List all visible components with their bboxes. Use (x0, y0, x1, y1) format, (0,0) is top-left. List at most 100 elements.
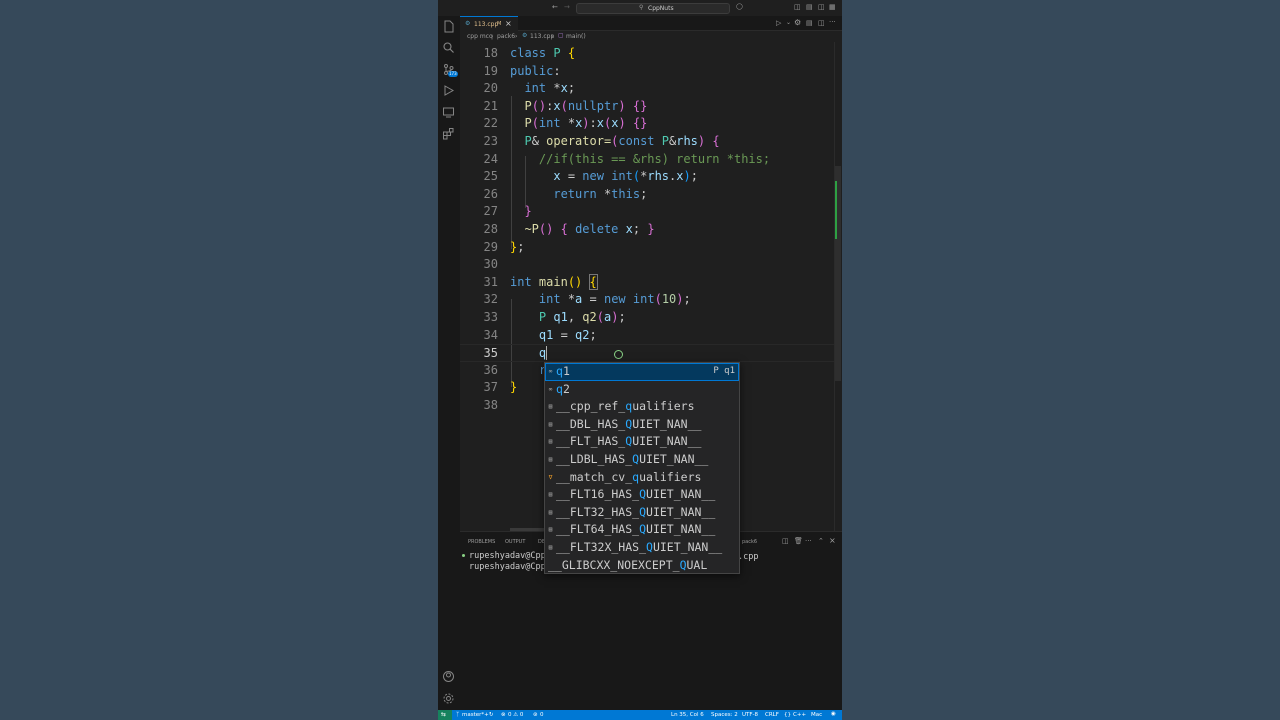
close-tab-icon[interactable]: × (505, 19, 512, 28)
toggle-sidebar-icon[interactable]: ◫ (794, 3, 801, 11)
run-icon[interactable]: ▷ (776, 19, 781, 27)
status-cursor-position[interactable]: Ln 35, Col 6 (671, 712, 704, 718)
status-encoding[interactable]: UTF-8 (742, 712, 758, 718)
suggestion-item[interactable]: ▤ __FLT32X_HAS_QUIET_NAN__ (545, 539, 739, 557)
suggestion-item[interactable]: ▤ __FLT_HAS_QUIET_NAN__ (545, 433, 739, 451)
status-platform[interactable]: Mac (811, 712, 822, 718)
constant-icon: ▤ (548, 456, 553, 463)
code-line[interactable]: 23 P& operator=(const P&rhs) { (460, 133, 842, 151)
sync-icon[interactable]: ↻ (489, 712, 494, 718)
breadcrumb-separator: › (551, 33, 554, 40)
close-panel-icon[interactable]: × (829, 536, 836, 545)
extensions-icon[interactable] (442, 127, 455, 140)
status-indentation[interactable]: Spaces: 2 (711, 712, 738, 718)
account-icon[interactable] (442, 670, 455, 683)
line-number: 24 (483, 151, 498, 166)
suggestion-label: __LDBL_HAS_QUIET_NAN__ (556, 452, 709, 466)
status-language[interactable]: C++ (793, 712, 806, 718)
line-number: 25 (483, 169, 498, 184)
code-line[interactable]: 29}; (460, 239, 842, 257)
command-center-search[interactable]: ⚲ CppNuts (576, 3, 730, 14)
bell-icon[interactable]: ◉ (831, 711, 836, 717)
more-actions-icon[interactable]: ··· (805, 537, 812, 545)
more-actions-icon[interactable]: ··· (829, 18, 836, 26)
manage-gear-icon[interactable] (442, 692, 455, 705)
code-text: q1 = q2; (538, 327, 597, 342)
settings-gear-icon[interactable]: ⚙ (794, 18, 801, 27)
code-text: x = new int(*rhs.x); (553, 169, 698, 184)
code-line[interactable]: 34 q1 = q2; (460, 327, 842, 345)
forward-arrow-icon[interactable]: → (564, 3, 570, 11)
code-line[interactable]: 27 } (460, 203, 842, 221)
code-line[interactable]: 18 class P { (460, 45, 842, 63)
suggestion-item[interactable]: ∇ __match_cv_qualifiers (545, 469, 739, 487)
split-terminal-icon[interactable]: ◫ (782, 537, 789, 545)
tab-modified-badge: M (497, 21, 502, 27)
breadcrumb-symbol[interactable]: main() (566, 33, 586, 40)
search-icon[interactable] (442, 41, 455, 54)
code-line[interactable]: 25 x = new int(*rhs.x); (460, 168, 842, 186)
status-branch[interactable]: master*+ (462, 712, 489, 718)
tab-113-cpp[interactable]: ⚙ 113.cpp M × (460, 16, 518, 31)
code-line[interactable]: 20 int *x; (460, 80, 842, 98)
title-bar: ← → ⚲ CppNuts ◯ ◫ ▤ ◫ ▦ (438, 0, 842, 17)
tab-filename: 113.cpp (474, 21, 499, 28)
suggestion-item[interactable]: ▤ __cpp_ref_qualifiers (545, 398, 739, 416)
code-line[interactable]: 32 int *a = new int(10); (460, 291, 842, 309)
copilot-icon[interactable]: ◯ (736, 3, 743, 10)
code-line[interactable]: 22 P(int *x):x(x) {} (460, 115, 842, 133)
explorer-icon[interactable] (442, 20, 455, 33)
suggestion-item[interactable]: ▤ __FLT64_HAS_QUIET_NAN__ (545, 521, 739, 539)
code-line[interactable]: 19 public: (460, 63, 842, 81)
toggle-panel-icon[interactable]: ▤ (806, 3, 813, 11)
command-center-label: CppNuts (648, 5, 674, 12)
split-editor-icon[interactable]: ◫ (818, 19, 825, 27)
code-line[interactable]: 24 //if(this == &rhs) return *this; (460, 151, 842, 169)
code-line[interactable]: 31 int main() { (460, 273, 842, 292)
terminal-line: rupeshyadav@Cpp (469, 551, 546, 561)
suggestion-item-q2[interactable]: ∞ q2 (545, 381, 739, 399)
status-problems[interactable]: 0 ⚠ 0 (508, 712, 523, 718)
code-line[interactable]: 26 return *this; (460, 186, 842, 204)
tab-problems[interactable]: PROBLEMS (468, 539, 495, 545)
customize-layout-icon[interactable]: ▦ (829, 3, 836, 11)
constant-icon: ▤ (548, 420, 553, 428)
suggestion-item[interactable]: ▤ __LDBL_HAS_QUIET_NAN__ (545, 451, 739, 469)
suggest-widget[interactable]: ∞ q1 P q1 ∞ q2 ▤ __cpp_ref_qualifiers ▤ __DBL… (544, 362, 740, 574)
code-line[interactable]: 30 (460, 256, 842, 274)
code-text: //if(this == &rhs) return *this; (538, 151, 771, 166)
breadcrumb-folder-pack6[interactable]: pack6 (497, 33, 515, 40)
suggestion-item[interactable]: ▤ __FLT32_HAS_QUIET_NAN__ (545, 504, 739, 522)
line-number: 32 (483, 292, 498, 307)
suggestion-item-q1[interactable]: ∞ q1 P q1 (545, 363, 739, 381)
suggestion-item[interactable]: ▤ __DBL_HAS_QUIET_NAN__ (545, 416, 739, 434)
tab-output[interactable]: OUTPUT (505, 539, 525, 545)
suggestion-label: __cpp_ref_qualifiers (556, 399, 695, 414)
run-debug-icon[interactable] (442, 84, 455, 97)
code-line[interactable]: 33 P q1, q2(a); (460, 309, 842, 327)
breadcrumb-folder-cpp-mcq[interactable]: cpp mcq (467, 33, 493, 40)
suggestion-label: __FLT32_HAS_QUIET_NAN__ (556, 504, 716, 519)
inline-suggestion-icon[interactable] (614, 350, 623, 359)
status-ports[interactable]: 0 (540, 712, 544, 718)
line-number: 22 (483, 116, 498, 131)
trash-icon[interactable]: 🗑 (794, 537, 803, 545)
toggle-secondary-sidebar-icon[interactable]: ◫ (818, 3, 825, 11)
language-braces-icon: {} (784, 712, 791, 718)
remote-explorer-icon[interactable] (442, 106, 455, 119)
code-text: P q1, q2(a); (538, 310, 626, 324)
status-eol[interactable]: CRLF (765, 712, 779, 718)
line-number: 20 (483, 81, 498, 96)
suggestion-item[interactable]: __GLIBCXX_NOEXCEPT_QUAL (545, 557, 739, 575)
suggestion-item[interactable]: ▤ __FLT16_HAS_QUIET_NAN__ (545, 486, 739, 504)
search-icon: ⚲ (639, 4, 644, 11)
remote-indicator[interactable]: ⇆ (438, 710, 452, 720)
open-changes-icon[interactable]: ▤ (806, 19, 813, 27)
chevron-down-icon[interactable]: ⌄ (786, 19, 791, 26)
line-number: 21 (483, 98, 498, 113)
back-arrow-icon[interactable]: ← (552, 3, 558, 11)
code-line[interactable]: 28 ~P() { delete x; } (460, 221, 842, 239)
code-line[interactable]: 35 q (460, 344, 842, 362)
code-line[interactable]: 21 P():x(nullptr) {} (460, 98, 842, 116)
chevron-up-icon[interactable]: ⌃ (818, 537, 824, 545)
